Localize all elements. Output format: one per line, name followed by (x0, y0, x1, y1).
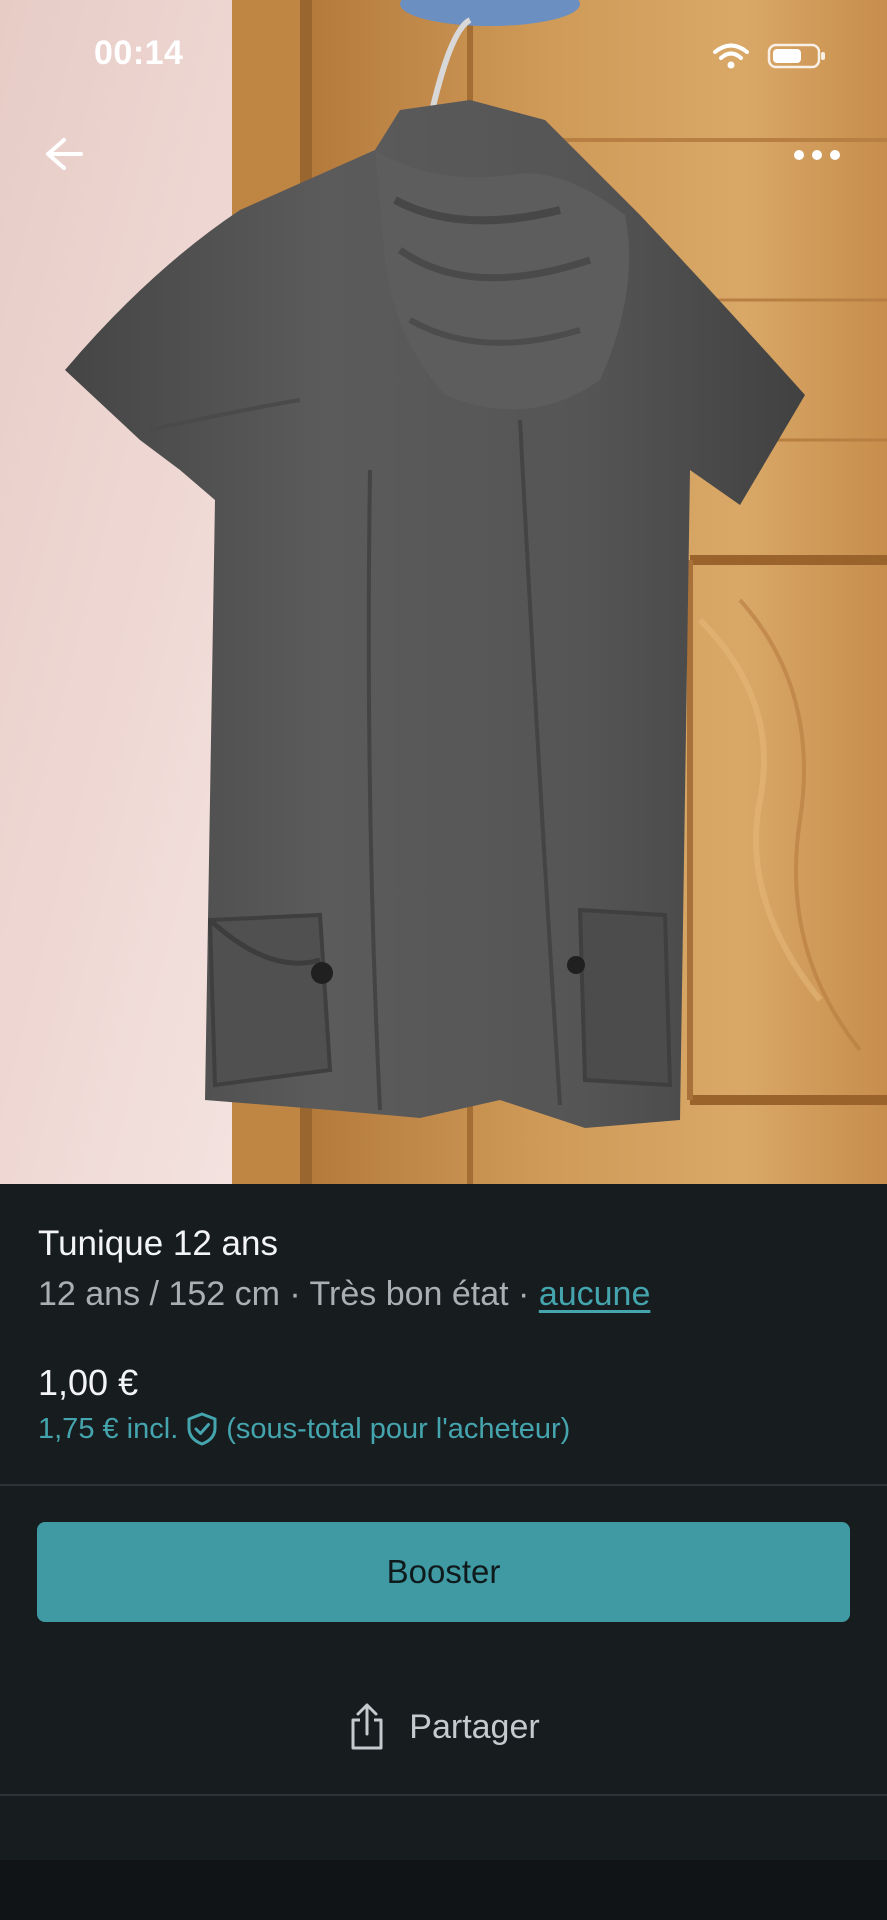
shield-check-icon (187, 1412, 217, 1446)
back-button[interactable] (40, 130, 88, 178)
tunic-photo-image (0, 0, 887, 1184)
bottom-bar (0, 1860, 887, 1920)
share-icon (351, 1703, 383, 1750)
booster-button[interactable]: Booster (37, 1522, 850, 1622)
share-button[interactable]: Partager (0, 1692, 887, 1762)
item-meta-link[interactable]: aucune (539, 1275, 651, 1313)
item-meta-text: 12 ans / 152 cm · Très bon état · (38, 1275, 539, 1313)
divider (0, 1484, 887, 1486)
more-options-button[interactable] (787, 135, 847, 175)
status-icons (713, 42, 827, 75)
share-label: Partager (409, 1707, 540, 1746)
wifi-icon (713, 43, 749, 74)
more-dots-icon (794, 150, 840, 160)
status-time: 00:14 (94, 34, 184, 72)
buyer-price-note: (sous-total pour l'acheteur) (226, 1412, 571, 1445)
item-photo[interactable] (0, 0, 887, 1184)
item-price: 1,00 € (38, 1362, 139, 1403)
arrow-left-icon (46, 138, 83, 170)
divider (0, 1794, 887, 1796)
item-title: Tunique 12 ans (38, 1224, 278, 1263)
battery-icon (767, 42, 827, 75)
buyer-price: 1,75 € incl. (38, 1412, 179, 1445)
buyer-price-info[interactable]: 1,75 € incl. (sous-total pour l'acheteur… (38, 1412, 570, 1446)
item-details: Tunique 12 ans 12 ans / 152 cm · Très bo… (0, 1184, 887, 1484)
item-meta: 12 ans / 152 cm · Très bon état · aucune (38, 1275, 650, 1314)
